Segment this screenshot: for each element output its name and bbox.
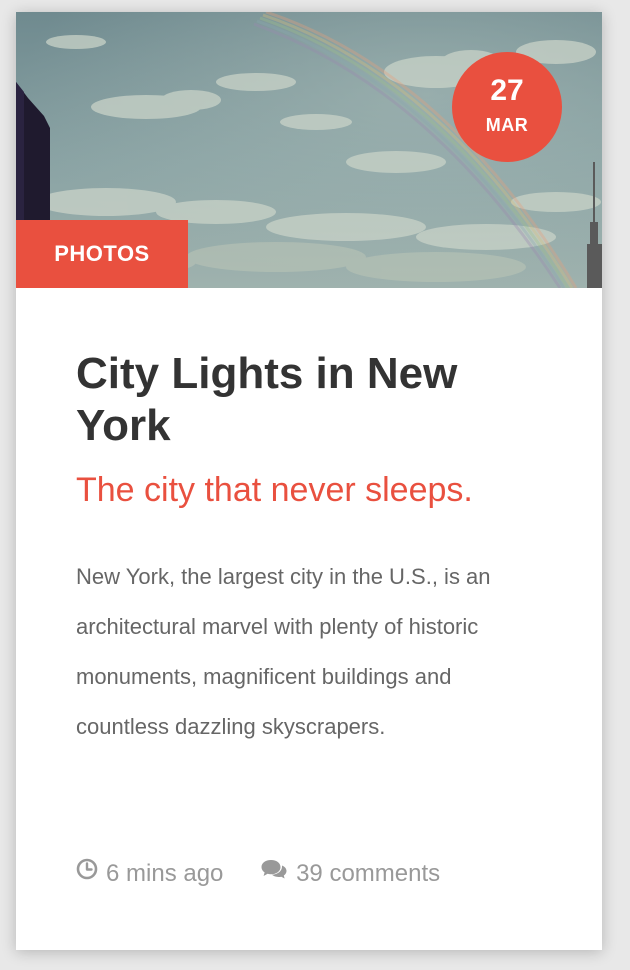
hero-image[interactable]: 27 MAR PHOTOS (16, 12, 602, 288)
date-day: 27 (490, 74, 524, 107)
comments-icon (260, 853, 288, 893)
time-ago[interactable]: 6 mins ago (76, 854, 223, 895)
post-meta: 6 mins ago 39 comments (76, 854, 556, 894)
comments-link[interactable]: 39 comments (260, 854, 440, 895)
date-month: MAR (485, 115, 529, 135)
post-card: 27 MAR PHOTOS City Lights in New York Th… (16, 12, 602, 950)
comments-label: 39 comments (296, 860, 441, 887)
post-title[interactable]: City Lights in New York (76, 348, 546, 452)
date-badge: 27 MAR (452, 52, 562, 162)
category-tag[interactable]: PHOTOS (16, 220, 188, 288)
time-ago-label: 6 mins ago (106, 860, 224, 887)
clock-icon (76, 853, 98, 893)
post-subtitle: The city that never sleeps. (76, 471, 473, 509)
post-excerpt: New York, the largest city in the U.S., … (76, 564, 491, 739)
